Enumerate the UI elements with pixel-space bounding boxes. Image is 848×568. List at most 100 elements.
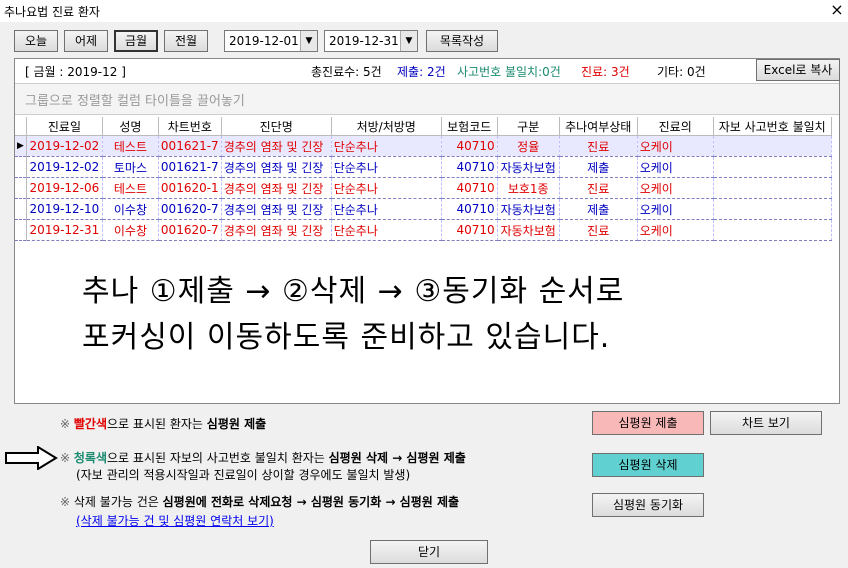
chevron-down-icon[interactable]: ▼	[400, 31, 417, 51]
column-header[interactable]: 보험코드	[441, 117, 498, 136]
cell-code: 40710	[441, 135, 498, 157]
cell-code: 40710	[441, 156, 498, 178]
submit-button[interactable]: 심평원 제출	[592, 411, 704, 435]
group-hint: 그룹으로 정렬할 컬럼 타이틀을 끌어놓기	[25, 94, 245, 109]
cell-date: 2019-12-02	[26, 135, 103, 157]
cell-name: 테스트	[102, 135, 159, 157]
cell-kind: 정율	[497, 135, 560, 157]
date-to-value: 2019-12-31	[329, 34, 399, 48]
cell-date: 2019-12-02	[26, 156, 103, 178]
other-count: 기타: 0건	[657, 65, 706, 79]
note-red-action: 심평원 제출	[206, 417, 267, 431]
cell-status: 진료	[559, 177, 638, 199]
delete-button[interactable]: 심평원 삭제	[592, 453, 704, 477]
cell-chart: 001621-7	[158, 156, 222, 178]
note-mark: ※	[60, 417, 71, 431]
this-month-button[interactable]: 금월	[114, 30, 158, 52]
note-teal-color: 청록색	[73, 451, 108, 465]
cell-code: 40710	[441, 177, 498, 199]
cell-doctor: 오케이	[637, 156, 714, 178]
window-title: 추나요법 진료 환자	[4, 5, 100, 19]
period-label: [ 금월 : 2019-12 ]	[25, 65, 126, 79]
column-header[interactable]: 구분	[497, 117, 560, 136]
cell-status: 진료	[559, 135, 638, 157]
cell-doctor: 오케이	[637, 198, 714, 220]
yesterday-button[interactable]: 어제	[64, 30, 108, 52]
cell-name: 이수창	[102, 219, 159, 241]
date-from-field[interactable]: 2019-12-01 ▼	[224, 30, 318, 52]
close-button[interactable]: 닫기	[370, 540, 488, 564]
cell-kind: 자동차보험	[497, 156, 560, 178]
note-teal: ※ 청록색으로 표시된 자보의 사고번호 불일치 환자는 심평원 삭제 → 심평…	[60, 449, 466, 466]
summary-bar: [ 금월 : 2019-12 ] 총진료수: 5건 제출: 2건 사고번호 불일…	[15, 59, 839, 81]
cell-doctor: 오케이	[637, 135, 714, 157]
cell-name: 토마스	[102, 156, 159, 178]
note-red: ※ 빨간색으로 표시된 환자는 심평원 제출	[60, 415, 266, 432]
note-mark: ※	[60, 495, 71, 509]
cell-doctor: 오케이	[637, 177, 714, 199]
table-header: 진료일 성명 차트번호 진단명 처방/처방명 보험코드 구분 추나여부상태 진료…	[15, 117, 832, 136]
cell-date: 2019-12-10	[26, 198, 103, 220]
cell-mismatch	[713, 219, 832, 241]
contact-link[interactable]: (삭제 불가능 건 및 심평원 연락처 보기)	[76, 512, 274, 529]
column-header[interactable]: 진단명	[221, 117, 332, 136]
last-month-button[interactable]: 전월	[164, 30, 208, 52]
cell-code: 40710	[441, 219, 498, 241]
column-header[interactable]: 추나여부상태	[559, 117, 638, 136]
today-button[interactable]: 오늘	[14, 30, 58, 52]
table-row[interactable]: ▶ 2019-12-02 테스트 001621-7 경추의 염좌 및 긴장 단순…	[15, 135, 832, 157]
note-call-action: 심평원에 전화로 삭제요청 → 심평원 동기화 → 심평원 제출	[162, 495, 460, 509]
chart-view-button[interactable]: 차트 보기	[710, 411, 822, 435]
column-header[interactable]: 차트번호	[158, 117, 222, 136]
cell-chart: 001620-1	[158, 177, 222, 199]
close-icon[interactable]: ×	[826, 0, 848, 22]
group-drop-area[interactable]: 그룹으로 정렬할 컬럼 타이틀을 끌어놓기	[15, 83, 839, 115]
excel-copy-button[interactable]: Excel로 복사	[756, 59, 840, 81]
cell-code: 40710	[441, 198, 498, 220]
cell-prescription: 단순추나	[331, 156, 442, 178]
sync-button[interactable]: 심평원 동기화	[592, 493, 704, 517]
note-teal-text: 으로 표시된 자보의 사고번호 불일치 환자는	[107, 451, 325, 465]
column-header[interactable]: 성명	[102, 117, 159, 136]
note-red-text: 으로 표시된 환자는	[107, 417, 203, 431]
cell-mismatch	[713, 198, 832, 220]
date-to-field[interactable]: 2019-12-31 ▼	[324, 30, 418, 52]
cell-kind: 자동차보험	[497, 219, 560, 241]
mismatch-count: 사고번호 불일치:0건	[457, 65, 561, 79]
cell-date: 2019-12-06	[26, 177, 103, 199]
column-header[interactable]: 처방/처방명	[331, 117, 442, 136]
note-red-color: 빨간색	[73, 417, 108, 431]
cell-prescription: 단순추나	[331, 135, 442, 157]
cell-status: 제출	[559, 198, 638, 220]
patient-table: 진료일 성명 차트번호 진단명 처방/처방명 보험코드 구분 추나여부상태 진료…	[15, 117, 832, 241]
cell-name: 테스트	[102, 177, 159, 199]
table-row[interactable]: 2019-12-02 토마스 001621-7 경추의 염좌 및 긴장 단순추나…	[15, 156, 832, 178]
column-header[interactable]: 진료의	[637, 117, 714, 136]
date-from-value: 2019-12-01	[229, 34, 299, 48]
cell-mismatch	[713, 156, 832, 178]
total-count: 총진료수: 5건	[311, 65, 382, 79]
cell-kind: 보호1종	[497, 177, 560, 199]
cell-mismatch	[713, 177, 832, 199]
build-list-button[interactable]: 목록작성	[426, 30, 498, 52]
note-call: ※ 삭제 불가능 건은 심평원에 전화로 삭제요청 → 심평원 동기화 → 심평…	[60, 493, 459, 510]
cell-name: 이수창	[102, 198, 159, 220]
cell-chart: 001620-7	[158, 198, 222, 220]
column-header[interactable]: 진료일	[26, 117, 103, 136]
cell-prescription: 단순추나	[331, 177, 442, 199]
note-teal-sub: (자보 관리의 적용시작일과 진료일이 상이할 경우에도 불일치 발생)	[76, 468, 411, 482]
table-row[interactable]: 2019-12-10 이수창 001620-7 경추의 염좌 및 긴장 단순추나…	[15, 198, 832, 220]
chevron-down-icon[interactable]: ▼	[300, 31, 317, 51]
row-indicator-header	[15, 117, 27, 136]
overlay-line-2: 포커싱이 이동하도록 준비하고 있습니다.	[82, 320, 611, 355]
note-mark: ※	[60, 451, 71, 465]
table-row[interactable]: 2019-12-06 테스트 001620-1 경추의 염좌 및 긴장 단순추나…	[15, 177, 832, 199]
note-call-text: 삭제 불가능 건은	[73, 495, 159, 509]
arrow-right-icon	[5, 446, 58, 470]
overlay-line-1: 추나 ①제출 → ②삭제 → ③동기화 순서로	[82, 274, 625, 309]
column-header[interactable]: 자보 사고번호 불일치	[713, 117, 832, 136]
table-row[interactable]: 2019-12-31 이수창 001620-7 경추의 염좌 및 긴장 단순추나…	[15, 219, 832, 241]
cell-prescription: 단순추나	[331, 219, 442, 241]
cell-doctor: 오케이	[637, 219, 714, 241]
cell-chart: 001621-7	[158, 135, 222, 157]
